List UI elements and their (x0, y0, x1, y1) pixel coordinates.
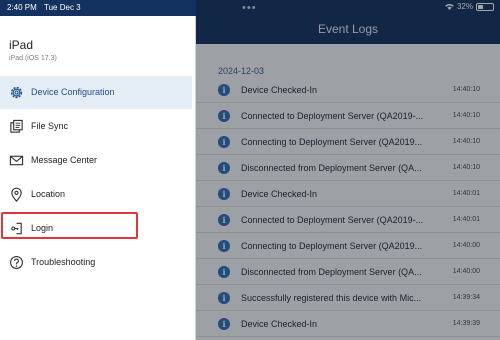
sidebar-item-label: Location (31, 189, 66, 199)
sidebar-item-file-sync[interactable]: File Sync (0, 110, 192, 143)
status-bar: 2:40 PM Tue Dec 3 (0, 0, 196, 16)
status-time: 2:40 PM (7, 3, 37, 12)
sidebar-item-label: Device Configuration (31, 87, 115, 97)
login-highlight-box (1, 212, 138, 239)
status-date: Tue Dec 3 (44, 3, 81, 12)
sidebar-item-label: Message Center (31, 155, 98, 165)
file-sync-icon (10, 119, 23, 133)
sidebar-item-location[interactable]: Location (0, 178, 192, 211)
modal-dim-overlay[interactable] (196, 0, 500, 340)
mail-icon (9, 155, 24, 166)
location-pin-icon (11, 187, 22, 202)
help-circle-icon (10, 256, 23, 269)
gear-icon (10, 86, 23, 99)
device-os: iPad (iOS 17.3) (9, 55, 57, 62)
sidebar-item-label: File Sync (31, 121, 69, 131)
sidebar: 2:40 PM Tue Dec 3 iPad iPad (iOS 17.3) D… (0, 0, 196, 340)
sidebar-item-label: Troubleshooting (31, 257, 96, 267)
device-name: iPad (9, 38, 34, 52)
sidebar-item-message-center[interactable]: Message Center (0, 144, 192, 177)
sidebar-item-device-configuration[interactable]: Device Configuration (0, 76, 192, 109)
sidebar-item-troubleshooting[interactable]: Troubleshooting (0, 246, 192, 279)
